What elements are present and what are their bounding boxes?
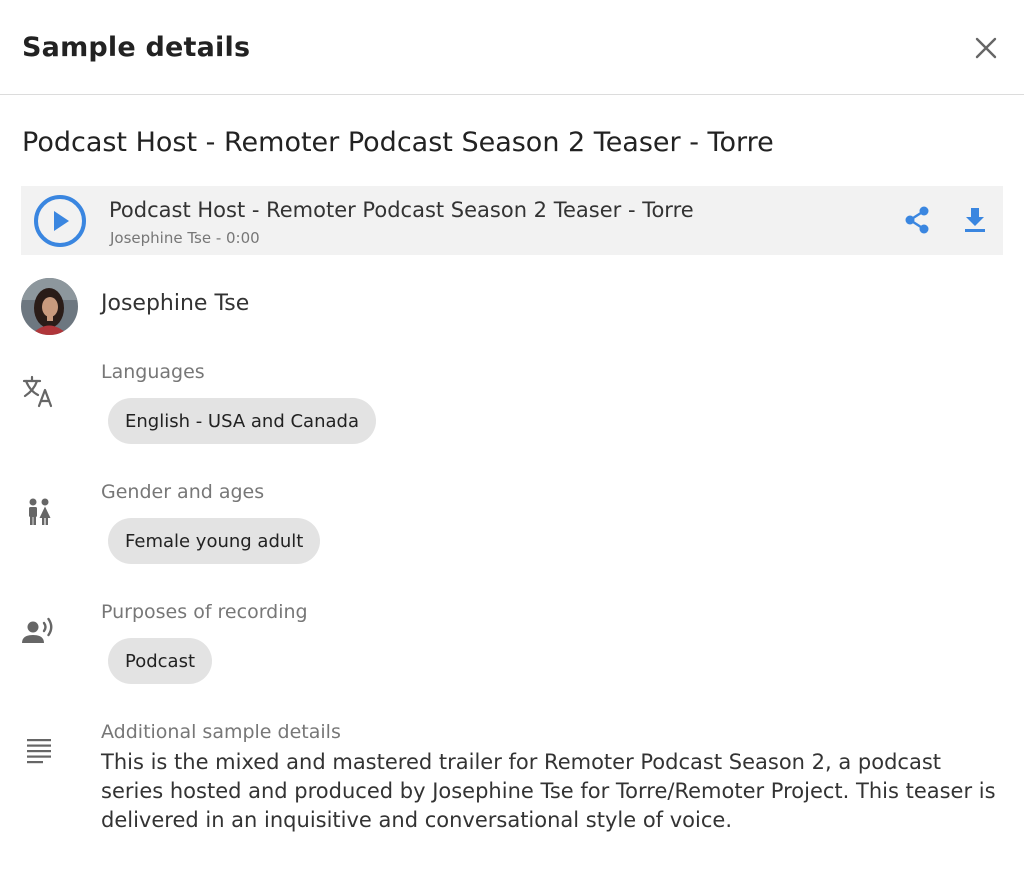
languages-label: Languages — [101, 361, 205, 383]
language-chip: English - USA and Canada — [108, 398, 376, 444]
play-button[interactable] — [33, 194, 87, 248]
gender-chip: Female young adult — [108, 518, 321, 564]
people-icon — [21, 494, 57, 530]
close-icon — [975, 37, 997, 59]
track-title: Podcast Host - Remoter Podcast Season 2 … — [109, 198, 694, 222]
share-button[interactable] — [901, 204, 933, 236]
download-button[interactable] — [959, 204, 991, 236]
purposes-label: Purposes of recording — [101, 601, 308, 623]
gender-label: Gender and ages — [101, 481, 265, 503]
person-name: Josephine Tse — [101, 291, 250, 316]
avatar — [21, 278, 78, 335]
share-icon — [905, 206, 929, 234]
purpose-chip: Podcast — [108, 638, 213, 684]
details-label: Additional sample details — [101, 721, 341, 743]
dialog-title: Sample details — [22, 32, 251, 63]
sample-title: Podcast Host - Remoter Podcast Season 2 … — [22, 127, 774, 158]
play-icon — [34, 195, 86, 247]
track-meta: Josephine Tse - 0:00 — [110, 229, 260, 247]
details-text: This is the mixed and mastered trailer f… — [101, 750, 996, 832]
notes-icon — [21, 733, 57, 769]
close-button[interactable] — [968, 30, 1004, 66]
dialog-header: Sample details — [0, 0, 1024, 95]
record-voice-icon — [21, 613, 57, 649]
audio-player: Podcast Host - Remoter Podcast Season 2 … — [21, 186, 1003, 255]
download-icon — [965, 208, 985, 232]
translate-icon — [21, 374, 57, 410]
